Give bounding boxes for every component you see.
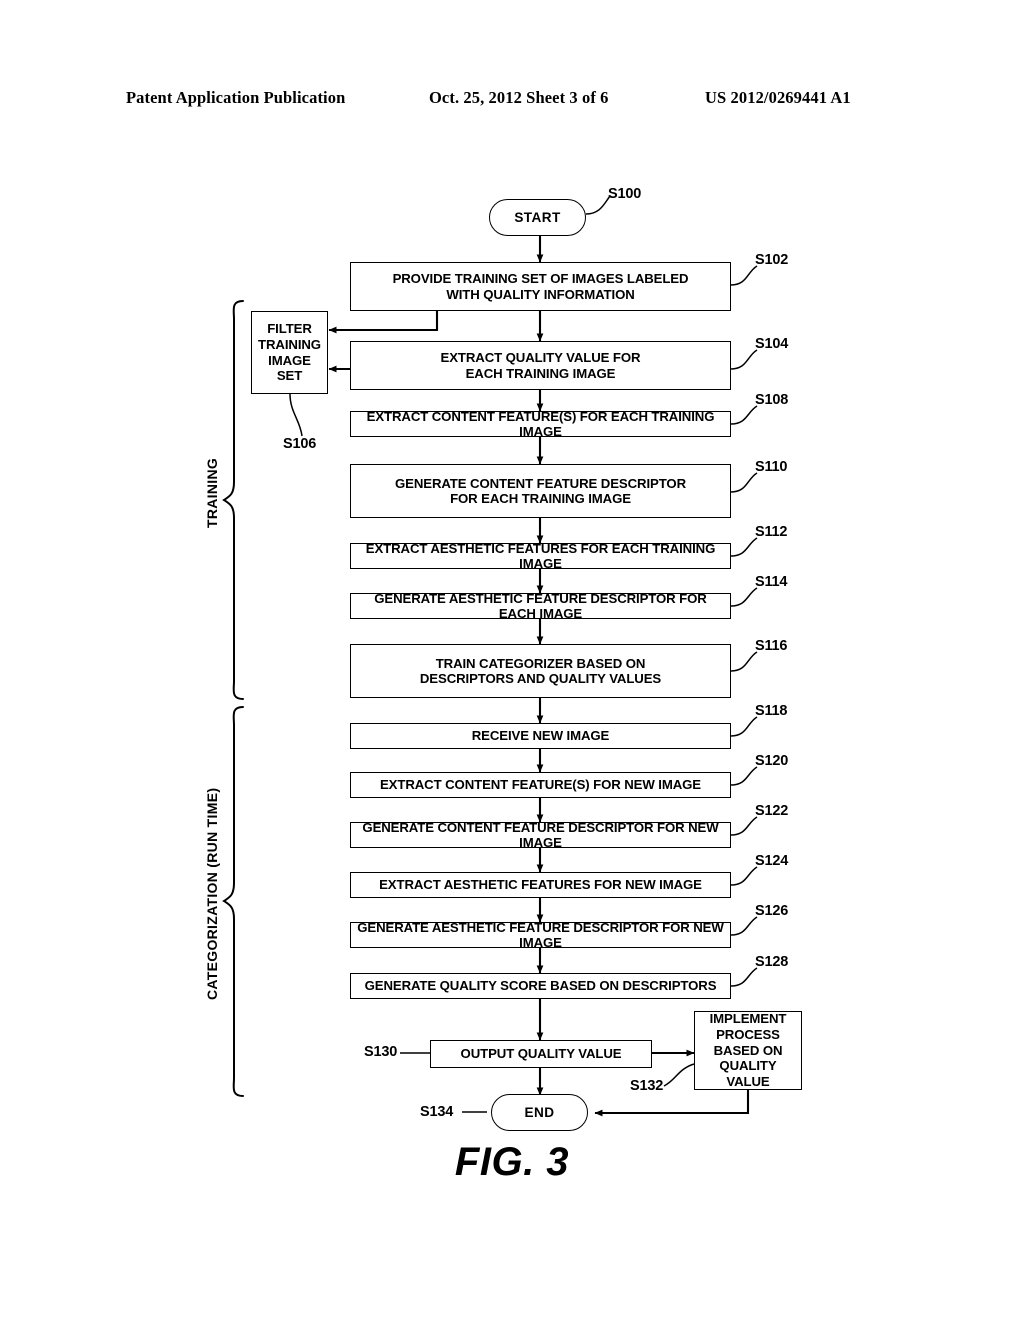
node-generate-aesthetic-descriptor-each: GENERATE AESTHETIC FEATURE DESCRIPTOR FO… <box>350 590 731 621</box>
node-end: END <box>491 1094 588 1131</box>
node-generate-content-descriptor-training: GENERATE CONTENT FEATURE DESCRIPTOR FOR … <box>350 464 731 518</box>
node-start-label: START <box>514 210 561 225</box>
step-label-s100: S100 <box>608 186 642 202</box>
node-extract-quality-value: EXTRACT QUALITY VALUE FOR EACH TRAINING … <box>350 341 731 390</box>
step-label-s126: S126 <box>755 903 789 919</box>
node-s104-label: EXTRACT QUALITY VALUE FOR EACH TRAINING … <box>440 350 641 381</box>
step-label-s132: S132 <box>630 1078 664 1094</box>
node-s128-label: GENERATE QUALITY SCORE BASED ON DESCRIPT… <box>364 978 717 994</box>
node-end-label: END <box>524 1105 555 1120</box>
step-label-s114: S114 <box>755 574 788 590</box>
header-publication: Patent Application Publication <box>126 88 346 107</box>
node-s112-label: EXTRACT AESTHETIC FEATURES FOR EACH TRAI… <box>365 540 716 571</box>
node-generate-quality-score: GENERATE QUALITY SCORE BASED ON DESCRIPT… <box>350 973 731 999</box>
node-extract-aesthetic-features-new: EXTRACT AESTHETIC FEATURES FOR NEW IMAGE <box>350 872 731 898</box>
step-label-s104: S104 <box>755 336 789 352</box>
figure-caption: FIG. 3 <box>454 1140 570 1184</box>
node-train-categorizer: TRAIN CATEGORIZER BASED ON DESCRIPTORS A… <box>350 644 731 698</box>
node-s118-label: RECEIVE NEW IMAGE <box>471 728 610 744</box>
step-label-s116: S116 <box>755 638 788 654</box>
node-s122-label: GENERATE CONTENT FEATURE DESCRIPTOR FOR … <box>362 819 719 850</box>
node-s116-label: TRAIN CATEGORIZER BASED ON DESCRIPTORS A… <box>419 655 662 686</box>
step-label-s134: S134 <box>420 1104 454 1120</box>
node-s124-label: EXTRACT AESTHETIC FEATURES FOR NEW IMAGE <box>379 877 702 893</box>
node-filter-training-image-set: FILTER TRAINING IMAGE SET <box>251 311 328 394</box>
phase-label-categorization: CATEGORIZATION (RUN TIME) <box>204 787 220 1000</box>
step-label-s122: S122 <box>755 803 789 819</box>
patent-figure-sheet: Patent Application Publication Oct. 25, … <box>0 0 1024 1320</box>
node-generate-content-descriptor-new: GENERATE CONTENT FEATURE DESCRIPTOR FOR … <box>350 819 731 850</box>
node-s106-label: FILTER TRAINING IMAGE SET <box>258 320 321 384</box>
node-s126-label: GENERATE AESTHETIC FEATURE DESCRIPTOR FO… <box>357 919 724 950</box>
node-s102-label: PROVIDE TRAINING SET OF IMAGES LABELED W… <box>392 271 689 302</box>
node-s110-label: GENERATE CONTENT FEATURE DESCRIPTOR FOR … <box>394 475 687 506</box>
node-output-quality-value: OUTPUT QUALITY VALUE <box>430 1040 652 1068</box>
step-label-s130: S130 <box>364 1044 398 1060</box>
step-label-s102: S102 <box>755 252 789 268</box>
phase-label-training: TRAINING <box>204 457 220 528</box>
step-label-s124: S124 <box>755 853 789 869</box>
node-extract-content-features-training: EXTRACT CONTENT FEATURE(S) FOR EACH TRAI… <box>350 408 731 439</box>
node-extract-content-features-new: EXTRACT CONTENT FEATURE(S) FOR NEW IMAGE <box>350 772 731 798</box>
header-date-sheet: Oct. 25, 2012 Sheet 3 of 6 <box>429 88 609 107</box>
node-start: START <box>489 199 586 236</box>
node-s114-label: GENERATE AESTHETIC FEATURE DESCRIPTOR FO… <box>374 590 707 621</box>
node-extract-aesthetic-features-training: EXTRACT AESTHETIC FEATURES FOR EACH TRAI… <box>350 540 731 571</box>
step-label-s120: S120 <box>755 753 789 769</box>
node-provide-training-set: PROVIDE TRAINING SET OF IMAGES LABELED W… <box>350 262 731 311</box>
node-s120-label: EXTRACT CONTENT FEATURE(S) FOR NEW IMAGE <box>379 777 702 793</box>
node-receive-new-image: RECEIVE NEW IMAGE <box>350 723 731 749</box>
node-generate-aesthetic-descriptor-new: GENERATE AESTHETIC FEATURE DESCRIPTOR FO… <box>350 919 731 950</box>
node-implement-process: IMPLEMENT PROCESS BASED ON QUALITY VALUE <box>694 1011 802 1090</box>
step-label-s106: S106 <box>283 436 317 452</box>
header-patent-number: US 2012/0269441 A1 <box>705 88 851 107</box>
step-label-s110: S110 <box>755 459 788 475</box>
node-s132-label: IMPLEMENT PROCESS BASED ON QUALITY VALUE <box>709 1010 787 1090</box>
node-s130-label: OUTPUT QUALITY VALUE <box>460 1046 622 1062</box>
node-s108-label: EXTRACT CONTENT FEATURE(S) FOR EACH TRAI… <box>366 408 715 439</box>
step-label-s112: S112 <box>755 524 788 540</box>
step-label-s118: S118 <box>755 703 788 719</box>
step-label-s128: S128 <box>755 954 789 970</box>
step-label-s108: S108 <box>755 392 789 408</box>
